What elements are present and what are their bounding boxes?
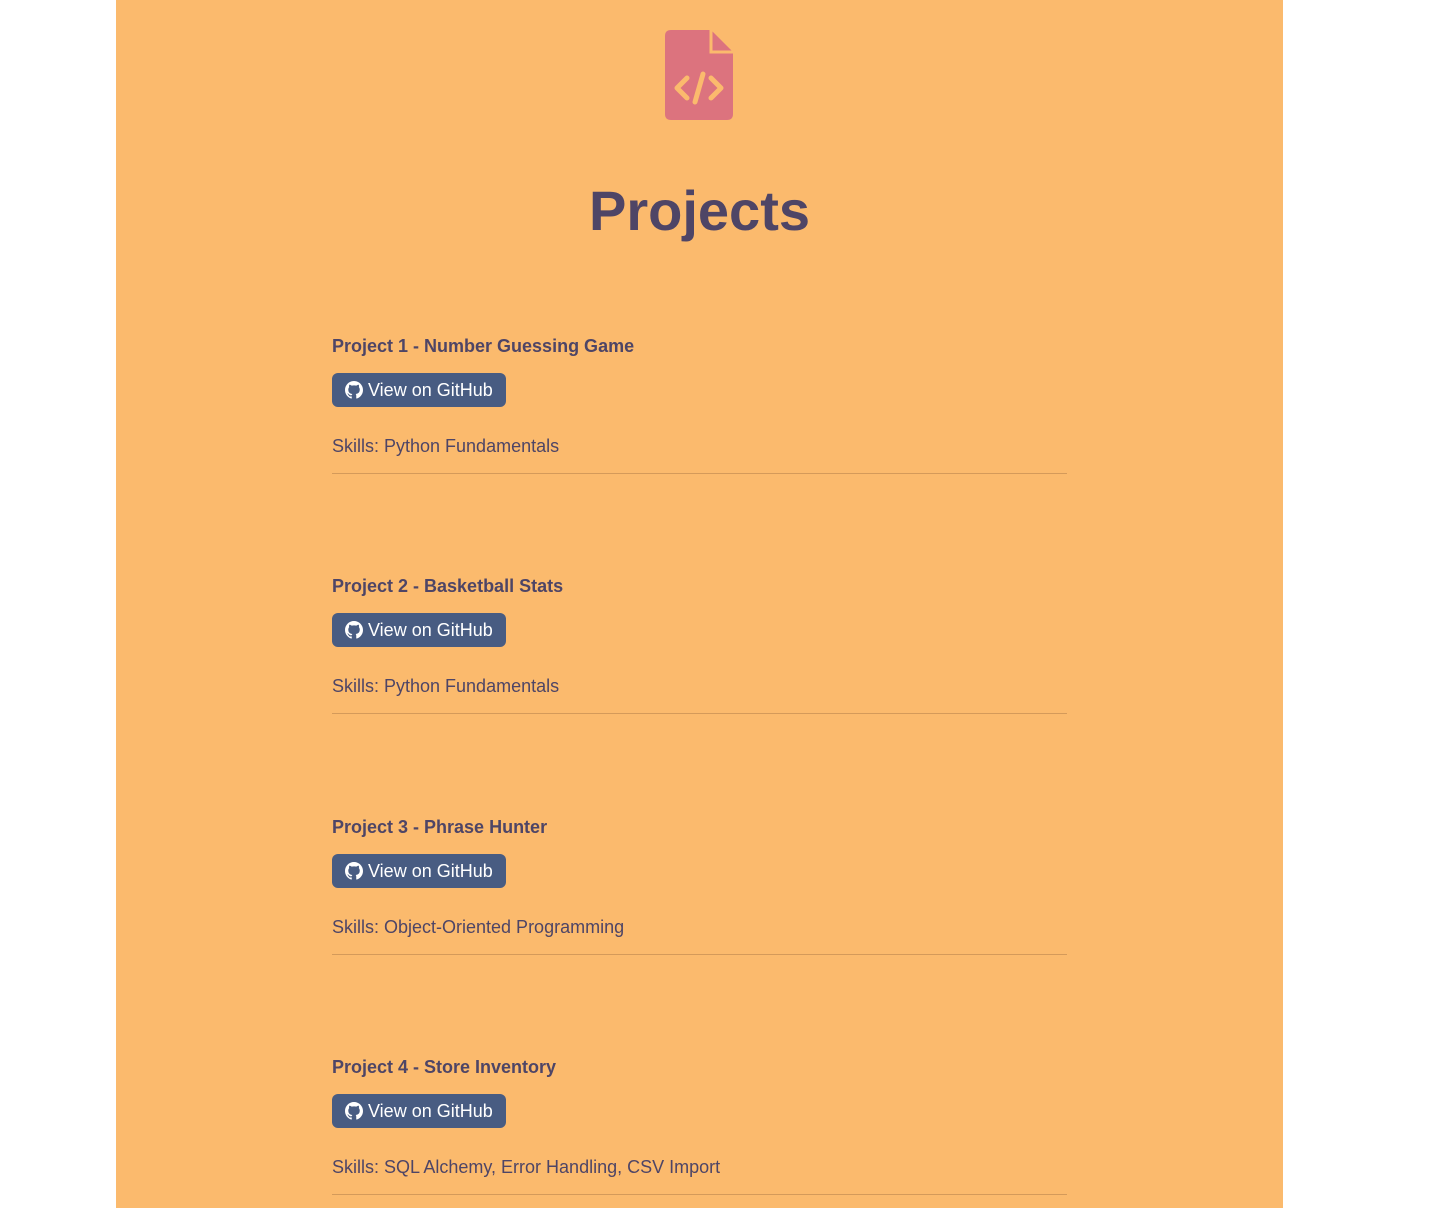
divider bbox=[332, 473, 1067, 474]
view-on-github-button[interactable]: View on GitHub bbox=[332, 1094, 506, 1128]
project-card: Project 2 - Basketball Stats View on Git… bbox=[332, 575, 1067, 725]
view-on-github-button[interactable]: View on GitHub bbox=[332, 373, 506, 407]
project-skills: Skills: Object-Oriented Programming bbox=[332, 917, 625, 937]
github-icon bbox=[345, 1102, 363, 1120]
project-title: Project 2 - Basketball Stats bbox=[332, 576, 564, 596]
view-on-github-button[interactable]: View on GitHub bbox=[332, 854, 506, 888]
divider bbox=[332, 713, 1067, 714]
divider bbox=[332, 1194, 1067, 1195]
button-label: View on GitHub bbox=[368, 1101, 493, 1121]
projects-page: Projects Project 1 - Number Guessing Gam… bbox=[116, 0, 1283, 1208]
button-label: View on GitHub bbox=[368, 620, 493, 640]
project-title: Project 3 - Phrase Hunter bbox=[332, 817, 548, 837]
project-skills: Skills: Python Fundamentals bbox=[332, 676, 560, 696]
view-on-github-button[interactable]: View on GitHub bbox=[332, 613, 506, 647]
project-card: Project 4 - Store Inventory View on GitH… bbox=[332, 1056, 1067, 1206]
project-skills: Skills: Python Fundamentals bbox=[332, 436, 560, 456]
divider bbox=[332, 954, 1067, 955]
page-title: Projects bbox=[589, 179, 810, 242]
button-label: View on GitHub bbox=[368, 380, 493, 400]
project-title: Project 4 - Store Inventory bbox=[332, 1057, 557, 1077]
project-card: Project 3 - Phrase Hunter View on GitHub… bbox=[332, 816, 1067, 966]
button-label: View on GitHub bbox=[368, 861, 493, 881]
project-skills: Skills: SQL Alchemy, Error Handling, CSV… bbox=[332, 1157, 721, 1177]
github-icon bbox=[345, 862, 363, 880]
github-icon bbox=[345, 381, 363, 399]
project-title: Project 1 - Number Guessing Game bbox=[332, 336, 635, 356]
github-icon bbox=[345, 621, 363, 639]
file-code-icon bbox=[665, 30, 733, 120]
project-card: Project 1 - Number Guessing Game View on… bbox=[332, 335, 1067, 485]
